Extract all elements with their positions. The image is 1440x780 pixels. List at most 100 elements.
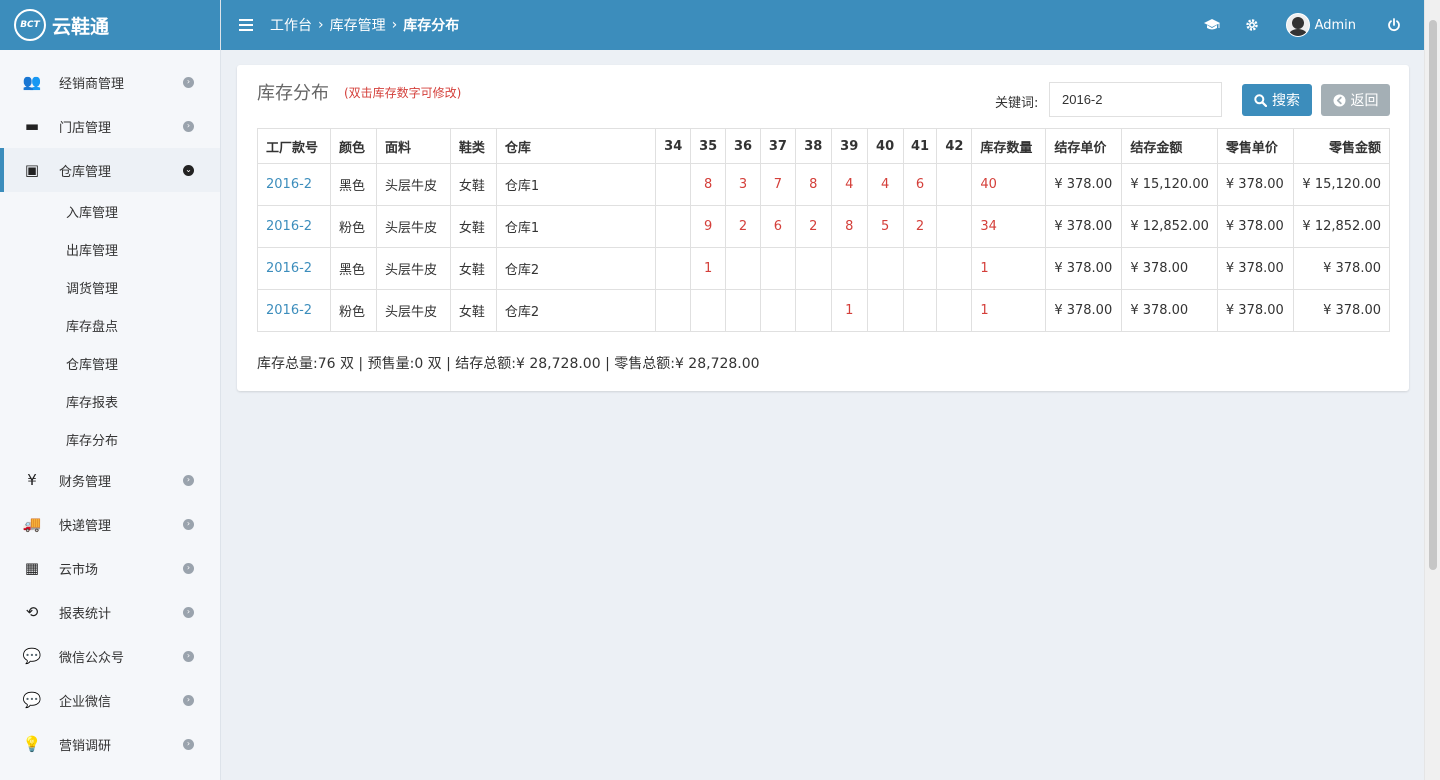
column-header[interactable]: 34 (655, 128, 692, 164)
size-quantity-cell[interactable] (725, 289, 761, 332)
column-header[interactable]: 仓库 (495, 128, 657, 164)
column-header[interactable]: 41 (902, 128, 938, 164)
column-header[interactable]: 零售金额 (1292, 128, 1391, 164)
sidebar-item-8[interactable]: 💬 企业微信 › (0, 678, 220, 722)
gear-icon[interactable] (1232, 0, 1272, 50)
chevron-right-icon: › (183, 738, 194, 750)
column-header[interactable]: 42 (936, 128, 973, 164)
column-header[interactable]: 零售单价 (1216, 128, 1294, 164)
size-quantity-cell[interactable] (690, 289, 727, 332)
sidebar-item-1[interactable]: ▬ 门店管理 › (0, 104, 220, 148)
sidebar-subitem[interactable]: 库存盘点 (0, 306, 220, 344)
size-quantity-cell[interactable] (936, 205, 973, 248)
factory-code-link[interactable]: 2016-2 (257, 205, 331, 248)
retail-amount-cell: ¥ 378.00 (1292, 289, 1391, 332)
column-header[interactable]: 36 (725, 128, 761, 164)
size-quantity-cell[interactable]: 2 (794, 205, 832, 248)
size-quantity-cell[interactable]: 8 (830, 205, 868, 248)
size-quantity-cell[interactable] (655, 205, 692, 248)
sidebar-subitem[interactable]: 仓库管理 (0, 344, 220, 382)
logo[interactable]: BCT 云鞋通 (0, 0, 220, 50)
keyword-input[interactable] (1049, 82, 1222, 117)
size-quantity-cell[interactable]: 1 (830, 289, 868, 332)
size-quantity-cell[interactable]: 7 (759, 163, 796, 206)
sidebar-item-3[interactable]: ¥ 财务管理 › (0, 458, 220, 502)
size-quantity-cell[interactable] (655, 289, 692, 332)
size-quantity-cell[interactable] (759, 247, 796, 290)
size-quantity-cell[interactable]: 8 (794, 163, 832, 206)
size-quantity-cell[interactable] (655, 247, 692, 290)
column-header[interactable]: 37 (759, 128, 796, 164)
size-quantity-cell[interactable]: 2 (725, 205, 761, 248)
sidebar-subitem[interactable]: 调货管理 (0, 268, 220, 306)
sidebar-subitem[interactable]: 入库管理 (0, 192, 220, 230)
size-quantity-cell[interactable] (794, 289, 832, 332)
size-quantity-cell[interactable]: 6 (759, 205, 796, 248)
column-header[interactable]: 库存数量 (971, 128, 1047, 164)
sidebar-subitem[interactable]: 库存分布 (0, 420, 220, 458)
size-quantity-cell[interactable]: 2 (902, 205, 938, 248)
menu-toggle-icon[interactable] (239, 19, 253, 31)
unit-cost-cell: ¥ 378.00 (1045, 289, 1123, 332)
sidebar-item-4[interactable]: 🚚 快递管理 › (0, 502, 220, 546)
sidebar-item-2[interactable]: ▣ 仓库管理 ⌄ (0, 148, 220, 192)
chevron-down-icon: ⌄ (183, 164, 194, 176)
size-quantity-cell[interactable]: 9 (690, 205, 727, 248)
size-quantity-cell[interactable] (759, 289, 796, 332)
size-quantity-cell[interactable] (866, 247, 904, 290)
column-header[interactable]: 39 (830, 128, 868, 164)
table-body: 2016-2 黑色 头层牛皮 女鞋 仓库1 8 3 7 8 4 4 6 40 ¥ 378.00 ¥ 15,1… (257, 163, 1391, 332)
size-quantity-cell[interactable]: 1 (690, 247, 727, 290)
avatar (1285, 13, 1310, 37)
size-quantity-cell[interactable] (866, 289, 904, 332)
graduation-cap-icon[interactable] (1192, 0, 1232, 50)
search-button[interactable]: 搜索 (1242, 84, 1312, 116)
column-header[interactable]: 38 (794, 128, 832, 164)
column-header[interactable]: 35 (690, 128, 727, 164)
size-quantity-cell[interactable] (902, 247, 938, 290)
sidebar-item-5[interactable]: ▦ 云市场 › (0, 546, 220, 590)
size-quantity-cell[interactable] (830, 247, 868, 290)
size-quantity-cell[interactable] (902, 289, 938, 332)
back-button[interactable]: 返回 (1321, 84, 1390, 116)
user-menu[interactable]: Admin (1285, 13, 1356, 37)
size-quantity-cell[interactable]: 5 (866, 205, 904, 248)
breadcrumb-inventory[interactable]: 库存管理 (330, 15, 386, 35)
cost-amount-cell: ¥ 378.00 (1121, 247, 1218, 290)
sidebar-item-7[interactable]: 💬 微信公众号 › (0, 634, 220, 678)
scrollbar-thumb[interactable] (1429, 20, 1437, 570)
page-scrollbar[interactable] (1424, 0, 1440, 780)
cost-amount-cell: ¥ 12,852.00 (1121, 205, 1218, 248)
factory-code-link[interactable]: 2016-2 (257, 247, 331, 290)
inventory-summary: 库存总量:76 双 | 预售量:0 双 | 结存总额:¥ 28,728.00 |… (257, 356, 760, 372)
sidebar-item-0[interactable]: 👥 经销商管理 › (0, 60, 220, 104)
column-header[interactable]: 结存金额 (1121, 128, 1218, 164)
size-quantity-cell[interactable]: 3 (725, 163, 761, 206)
breadcrumb-home[interactable]: 工作台 (270, 15, 312, 35)
size-quantity-cell[interactable] (936, 289, 973, 332)
column-header[interactable]: 结存单价 (1045, 128, 1123, 164)
sidebar-subitem[interactable]: 库存报表 (0, 382, 220, 420)
size-quantity-cell[interactable] (794, 247, 832, 290)
column-header[interactable]: 40 (866, 128, 904, 164)
size-quantity-cell[interactable]: 8 (690, 163, 727, 206)
column-header[interactable]: 工厂款号 (257, 128, 331, 164)
sidebar-item-label: 门店管理 (59, 120, 112, 136)
factory-code-link[interactable]: 2016-2 (257, 163, 331, 206)
size-quantity-cell[interactable] (725, 247, 761, 290)
sidebar-item-6[interactable]: ⟲ 报表统计 › (0, 590, 220, 634)
sidebar-subitem[interactable]: 出库管理 (0, 230, 220, 268)
size-quantity-cell[interactable]: 4 (830, 163, 868, 206)
size-quantity-cell[interactable]: 6 (902, 163, 938, 206)
sidebar-item-9[interactable]: 💡 营销调研 › (0, 722, 220, 766)
column-header[interactable]: 鞋类 (449, 128, 497, 164)
breadcrumb-separator: › (318, 17, 324, 33)
column-header[interactable]: 面料 (375, 128, 451, 164)
power-icon[interactable] (1374, 0, 1414, 50)
factory-code-link[interactable]: 2016-2 (257, 289, 331, 332)
size-quantity-cell[interactable] (936, 247, 973, 290)
size-quantity-cell[interactable]: 4 (866, 163, 904, 206)
column-header[interactable]: 颜色 (329, 128, 377, 164)
size-quantity-cell[interactable] (936, 163, 973, 206)
size-quantity-cell[interactable] (655, 163, 692, 206)
